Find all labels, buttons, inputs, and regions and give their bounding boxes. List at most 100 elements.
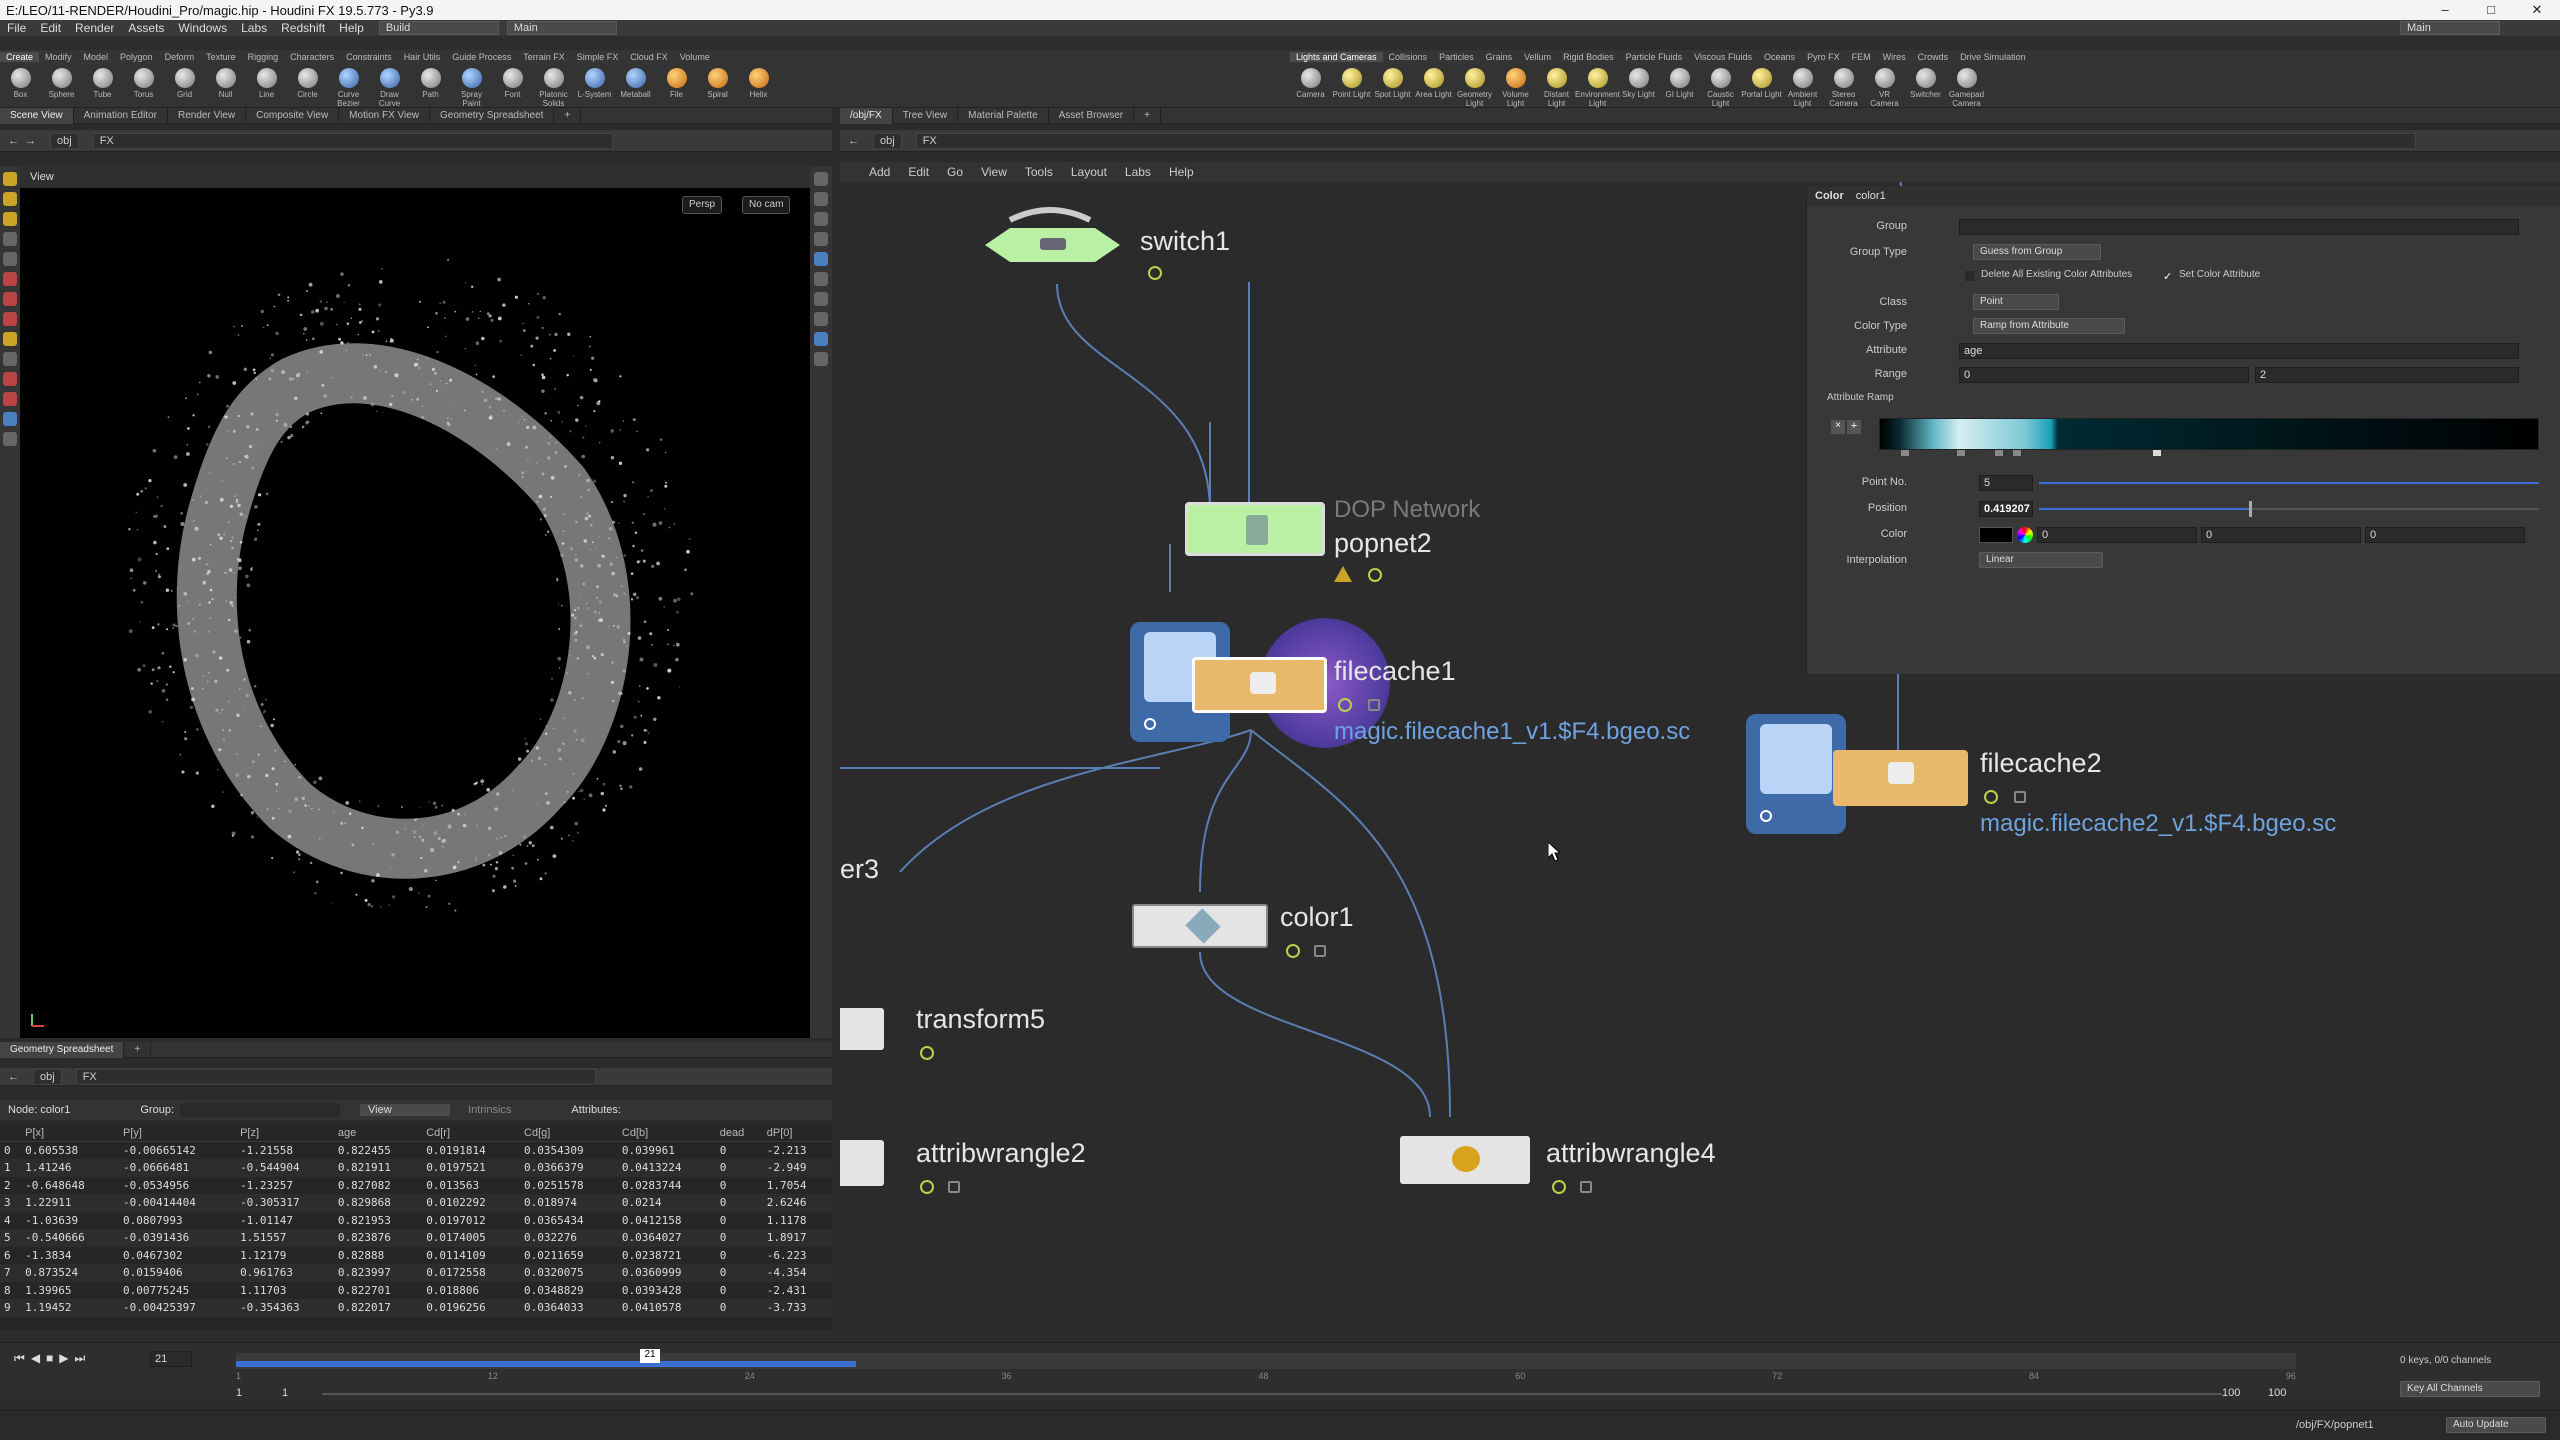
table-row[interactable]: 8 1.39965 0.00775245 1.11703 0.822701 0.01880… [0, 1282, 832, 1300]
ramp-remove-button[interactable]: × [1831, 420, 1845, 434]
pointno-slider[interactable] [2039, 482, 2539, 484]
shelf-tab[interactable]: Pyro FX [1801, 52, 1846, 62]
range-start-2[interactable]: 1 [282, 1387, 288, 1399]
shelf-tool-button[interactable]: Switcher [1905, 64, 1946, 108]
snap-tool-icon[interactable] [3, 372, 17, 386]
close-button[interactable]: ✕ [2514, 0, 2560, 20]
select-tool-icon[interactable] [3, 172, 17, 186]
shelf-tool-button[interactable]: Tube [82, 64, 123, 108]
menu-render[interactable]: Render [68, 21, 121, 35]
shelf-tool-button[interactable]: Metaball [615, 64, 656, 108]
shelf-tab[interactable]: Constraints [340, 52, 398, 62]
filecache2-disk-icon[interactable] [1746, 714, 1846, 834]
table-row[interactable]: 5 -0.540666 -0.0391436 1.51557 0.823876 0.017… [0, 1229, 832, 1247]
shelf-tool-button[interactable]: Line [246, 64, 287, 108]
tab-obj-fx[interactable]: /obj/FX [840, 107, 893, 124]
lock-camera-icon[interactable] [814, 212, 828, 226]
column-header[interactable]: dP[0] [762, 1124, 832, 1142]
shelf-tool-button[interactable]: Volume Light [1495, 64, 1536, 108]
net-menu-layout[interactable]: Layout [1062, 165, 1116, 179]
position-slider[interactable] [2039, 501, 2539, 517]
param-interp-dropdown[interactable]: Linear [1979, 552, 2103, 568]
light-tool-icon[interactable] [3, 432, 17, 446]
shelf-tool-button[interactable]: Distant Light [1536, 64, 1577, 108]
shelf-tab[interactable]: Grains [1480, 52, 1519, 62]
table-row[interactable]: 6 -1.3834 0.0467302 1.12179 0.82888 0.0114109… [0, 1247, 832, 1265]
color-wheel-icon[interactable] [2017, 527, 2033, 543]
view-tool-icon[interactable] [3, 352, 17, 366]
sheet-back-arrow-icon[interactable]: ← [8, 1071, 19, 1083]
intrinsics-toggle[interactable]: Intrinsics [468, 1104, 511, 1116]
ramp-add-button[interactable]: + [1847, 420, 1861, 434]
param-range-max-input[interactable]: 2 [2255, 367, 2519, 383]
shelf-tab[interactable]: Drive Simulation [1954, 52, 2032, 62]
popnet2-node[interactable] [1185, 502, 1325, 556]
filecache1-node[interactable] [1192, 657, 1327, 713]
param-node-name[interactable]: color1 [1856, 190, 1886, 202]
path-fx[interactable]: FX [92, 132, 613, 149]
right-context-dropdown[interactable]: Main [2400, 21, 2500, 35]
sheet-path-obj[interactable]: obj [33, 1068, 62, 1085]
shelf-tab[interactable]: Texture [200, 52, 242, 62]
shelf-tool-button[interactable]: Null [205, 64, 246, 108]
grid-icon[interactable] [814, 312, 828, 326]
menu-assets[interactable]: Assets [121, 21, 171, 35]
shelf-tool-button[interactable]: Box [0, 64, 41, 108]
switch1-node-icon[interactable] [980, 200, 1130, 280]
menu-labs[interactable]: Labs [234, 21, 274, 35]
shelf-tool-button[interactable]: Platonic Solids [533, 64, 574, 108]
timeline-bar[interactable]: 21 [236, 1349, 2296, 1369]
shelf-tool-button[interactable]: Geometry Light [1454, 64, 1495, 108]
shelf-tool-button[interactable]: Sky Light [1618, 64, 1659, 108]
color-swatch[interactable] [1979, 527, 2013, 543]
tab-geometry-spreadsheet[interactable]: Geometry Spreadsheet [430, 107, 555, 124]
shelf-tool-button[interactable]: Spray Paint [451, 64, 492, 108]
ghost-icon[interactable] [814, 232, 828, 246]
step-back-icon[interactable]: ◀ [31, 1351, 40, 1366]
shelf-tab[interactable]: Particle Fluids [1620, 52, 1689, 62]
table-row[interactable]: 9 1.19452 -0.00425397 -0.354363 0.822017 0.01… [0, 1299, 832, 1317]
transform5-node[interactable] [840, 1008, 884, 1050]
play-icon[interactable]: ▶ [59, 1351, 68, 1366]
ramp-key-5[interactable] [2153, 450, 2161, 456]
view-dropdown[interactable]: View [360, 1104, 451, 1116]
shelf-tool-button[interactable]: Spot Light [1372, 64, 1413, 108]
maximize-button[interactable]: □ [2468, 0, 2514, 20]
sheet-path-fx[interactable]: FX [75, 1068, 596, 1085]
column-header[interactable] [0, 1124, 22, 1142]
attribwrangle4-node[interactable] [1400, 1136, 1530, 1184]
shelf-tool-button[interactable]: Portal Light [1741, 64, 1782, 108]
add-spreadsheet-tab-icon[interactable]: + [124, 1041, 152, 1058]
rotate-tool-icon[interactable] [3, 212, 17, 226]
delete-attrs-checkbox[interactable] [1965, 271, 1975, 281]
filecache2-lock-icon[interactable] [2014, 791, 2026, 803]
shelf-tab[interactable]: Deform [159, 52, 201, 62]
brush-tool-icon[interactable] [3, 292, 17, 306]
shelf-tool-button[interactable]: Curve Bezier [328, 64, 369, 108]
paint-tool-icon[interactable] [3, 332, 17, 346]
shelf-tool-button[interactable]: Grid [164, 64, 205, 108]
menu-windows[interactable]: Windows [171, 21, 234, 35]
range-end-2[interactable]: 100 [2268, 1387, 2286, 1399]
shelf-tool-button[interactable]: Helix [738, 64, 779, 108]
param-color-b[interactable]: 0 [2365, 527, 2525, 543]
shelf-tab[interactable]: FEM [1846, 52, 1877, 62]
tab-material-palette[interactable]: Material Palette [958, 107, 1049, 124]
shelf-tab[interactable]: Oceans [1758, 52, 1801, 62]
shelf-tool-button[interactable]: Spiral [697, 64, 738, 108]
point-display-icon[interactable] [814, 272, 828, 286]
position-slider-handle[interactable] [2249, 501, 2252, 517]
shelf-tool-button[interactable]: Circle [287, 64, 328, 108]
shelf-tool-button[interactable]: VR Camera [1864, 64, 1905, 108]
tab-animation-editor[interactable]: Animation Editor [74, 107, 169, 124]
net-path-fx[interactable]: FX [915, 132, 2416, 149]
column-header[interactable]: dead [715, 1124, 763, 1142]
filecache1-path[interactable]: magic.filecache1_v1.$F4.bgeo.sc [1334, 718, 1690, 746]
shelf-tool-button[interactable]: File [656, 64, 697, 108]
color1-lock-icon[interactable] [1314, 945, 1326, 957]
net-menu-labs[interactable]: Labs [1116, 165, 1160, 179]
param-grouptype-dropdown[interactable]: Guess from Group [1973, 244, 2101, 260]
ramp-key-4[interactable] [2013, 450, 2021, 456]
column-header[interactable]: Cd[b] [617, 1124, 716, 1142]
param-color-r[interactable]: 0 [2037, 527, 2197, 543]
